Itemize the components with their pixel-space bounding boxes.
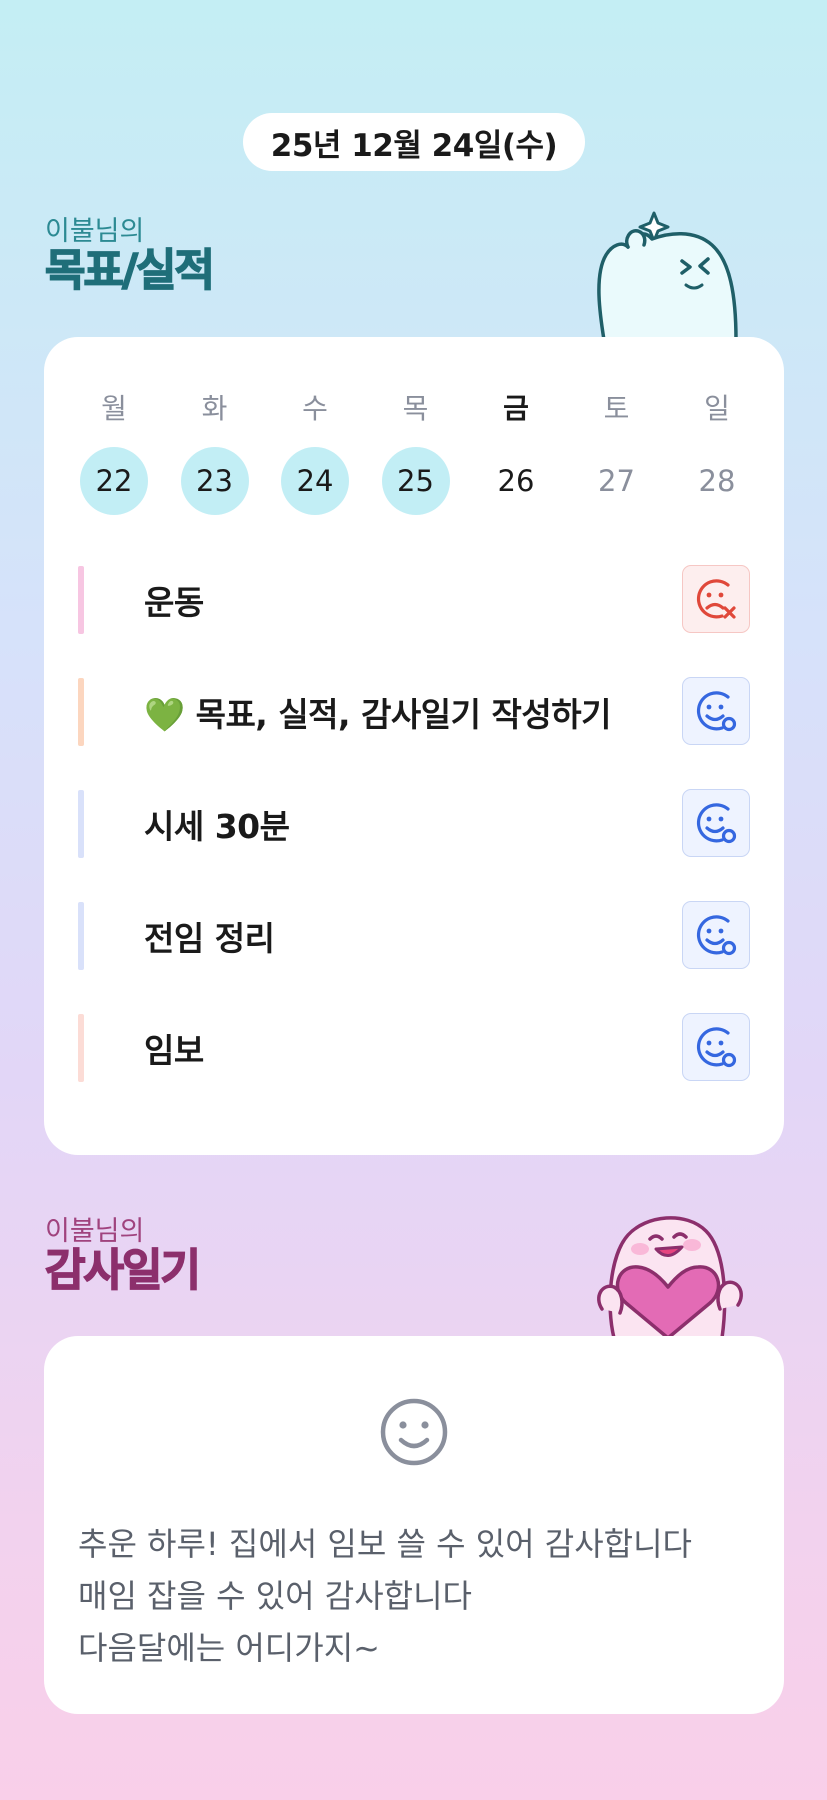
goal-row[interactable]: 💚 목표, 실적, 감사일기 작성하기	[78, 677, 750, 747]
day-28[interactable]: 일 28	[682, 389, 752, 515]
goal-color-bar	[78, 902, 84, 970]
week-strip: 월 22 화 23 수 24 목 25 금 26 토 27 일 28	[79, 389, 781, 519]
day-name: 월	[101, 392, 127, 425]
day-number: 24	[281, 447, 349, 515]
smile-face-o-icon	[692, 799, 740, 847]
goal-color-bar	[78, 1014, 84, 1082]
goal-label: 임보	[144, 1031, 204, 1070]
goal-row[interactable]: 운동	[78, 565, 750, 635]
goal-color-bar	[78, 678, 84, 746]
gratitude-line: 매임 잡을 수 있어 감사합니다	[78, 1577, 472, 1615]
smile-face-o-icon	[692, 911, 740, 959]
date-label: 25년 12월 24일(수)	[270, 127, 558, 164]
goals-section-header: 이불님의 목표/실적	[44, 216, 216, 296]
gratitude-text[interactable]: 추운 하루! 집에서 임보 쓸 수 있어 감사합니다매임 잡을 수 있어 감사합…	[78, 1518, 768, 1674]
goal-status-done-button[interactable]	[682, 901, 750, 969]
gratitude-subtitle: 이불님의	[45, 1216, 145, 1247]
goal-label: 💚 목표, 실적, 감사일기 작성하기	[144, 695, 611, 734]
day-22[interactable]: 월 22	[79, 389, 149, 515]
day-24[interactable]: 수 24	[280, 389, 350, 515]
day-number: 28	[698, 464, 736, 498]
goal-status-done-button[interactable]	[682, 1013, 750, 1081]
goal-status-done-button[interactable]	[682, 789, 750, 857]
smile-face-o-icon	[692, 1023, 740, 1071]
goal-status-fail-button[interactable]	[682, 565, 750, 633]
day-26[interactable]: 금 26	[481, 389, 551, 515]
gratitude-line: 다음달에는 어디가지~	[78, 1629, 380, 1667]
day-25[interactable]: 목 25	[381, 389, 451, 515]
smile-face-o-icon	[692, 687, 740, 735]
day-name: 수	[302, 392, 328, 425]
day-name: 토	[603, 392, 630, 425]
goal-label: 시세 30분	[144, 807, 290, 846]
day-number: 25	[381, 447, 450, 515]
day-number: 23	[180, 447, 249, 515]
goal-row[interactable]: 임보	[78, 1013, 750, 1083]
gratitude-card: 추운 하루! 집에서 임보 쓸 수 있어 감사합니다매임 잡을 수 있어 감사합…	[44, 1336, 784, 1714]
goal-label: 전임 정리	[144, 919, 275, 958]
goals-subtitle: 이불님의	[45, 216, 145, 247]
goal-row[interactable]: 전임 정리	[78, 901, 750, 971]
date-pill[interactable]: 25년 12월 24일(수)	[243, 113, 585, 171]
gratitude-section-header: 이불님의 감사일기	[44, 1216, 201, 1296]
goal-row[interactable]: 시세 30분	[78, 789, 750, 859]
day-23[interactable]: 화 23	[180, 389, 250, 515]
day-27[interactable]: 토 27	[582, 389, 652, 515]
day-number: 22	[80, 447, 148, 515]
blue-ghost-mascot	[597, 211, 738, 340]
goals-card: 월 22 화 23 수 24 목 25 금 26 토 27 일 28 운동 💚 목표, 실적, 감사일기 작…	[44, 337, 784, 1155]
smile-face-icon	[380, 1398, 448, 1466]
goal-color-bar	[78, 566, 84, 634]
goal-label: 운동	[144, 583, 204, 622]
goal-color-bar	[78, 790, 84, 858]
day-number: 26	[497, 464, 535, 498]
day-name: 금	[503, 392, 529, 425]
day-name: 일	[704, 392, 730, 425]
goals-title: 목표/실적	[44, 245, 216, 296]
pink-heart-mascot	[597, 1216, 743, 1338]
gratitude-line: 추운 하루! 집에서 임보 쓸 수 있어 감사합니다	[78, 1525, 692, 1563]
goal-status-done-button[interactable]	[682, 677, 750, 745]
day-name: 화	[201, 392, 228, 425]
day-number: 27	[598, 464, 635, 498]
sad-face-x-icon	[692, 575, 740, 623]
day-name: 목	[402, 392, 429, 425]
gratitude-title: 감사일기	[44, 1245, 201, 1296]
